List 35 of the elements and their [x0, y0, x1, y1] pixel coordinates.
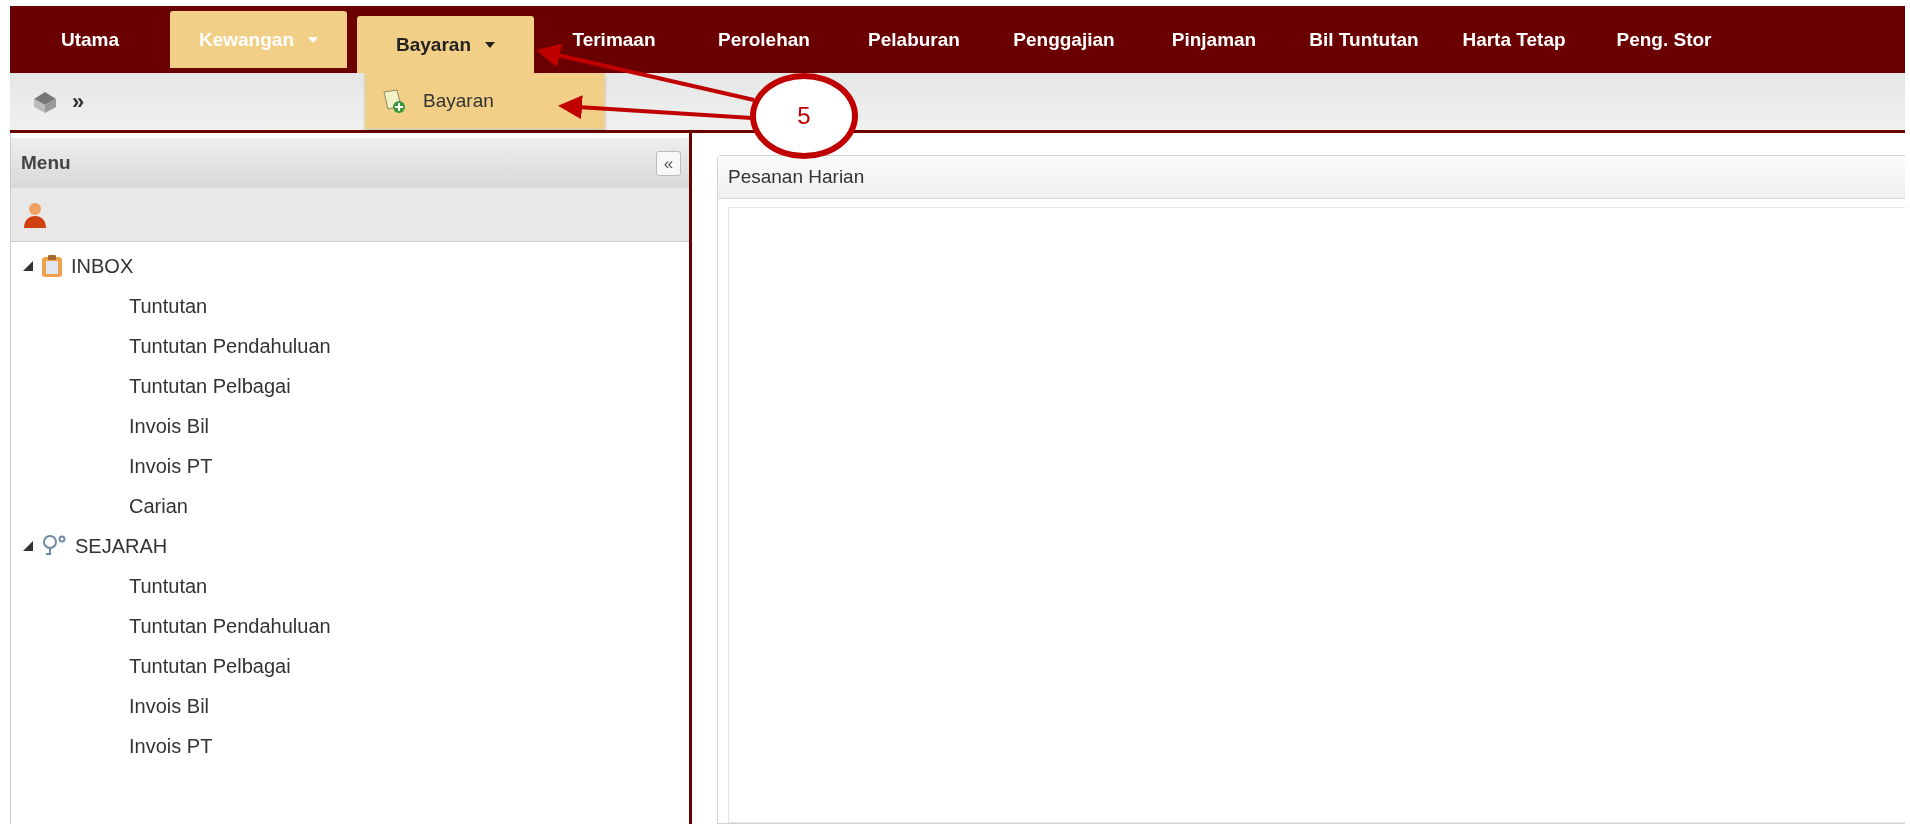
tree-item[interactable]: Invois PT [129, 454, 213, 478]
tree-node-label: INBOX [71, 254, 134, 278]
menu-tab[interactable]: Pinjaman [1144, 11, 1284, 68]
menu-tab[interactable]: Terimaan [544, 11, 684, 68]
tree-item[interactable]: Tuntutan [129, 294, 208, 318]
tree-item[interactable]: Invois PT [129, 734, 213, 758]
tree-item[interactable]: Tuntutan Pendahuluan [129, 334, 331, 358]
menu-tab[interactable]: Penggajian [994, 11, 1134, 68]
user-icon[interactable] [23, 201, 47, 228]
menu-tab[interactable]: Harta Tetap [1444, 11, 1584, 68]
clipboard-icon [41, 254, 63, 278]
expand-arrow-icon[interactable] [23, 261, 33, 271]
tree-item[interactable]: Invois Bil [129, 414, 210, 438]
breadcrumb-separator: » [72, 88, 85, 115]
menu-tab[interactable]: Peng. Stor [1594, 11, 1734, 68]
tree-item[interactable]: Tuntutan Pendahuluan [129, 614, 331, 638]
panel-title: Pesanan Harian [718, 156, 1905, 199]
tree-item[interactable]: Carian [129, 494, 188, 518]
tree-node-label: SEJARAH [75, 534, 168, 558]
menu-tab[interactable]: Bil Tuntutan [1294, 11, 1434, 68]
menu-tab[interactable]: Bayaran [357, 16, 534, 73]
collapse-button[interactable]: « [656, 150, 681, 176]
tree-item[interactable]: Invois Bil [129, 694, 210, 718]
expand-arrow-icon[interactable] [23, 541, 33, 551]
sidebar-title: Menu [21, 152, 71, 174]
tree-node[interactable]: SEJARAH [11, 526, 689, 566]
tree-item[interactable]: Tuntutan Pelbagai [129, 654, 291, 678]
tree-node[interactable]: INBOX [11, 246, 689, 286]
menu-tab[interactable]: Pelaburan [844, 11, 984, 68]
tree-item[interactable]: Tuntutan [129, 574, 208, 598]
menu-tab[interactable]: Utama [20, 11, 160, 68]
tree-item[interactable]: Tuntutan Pelbagai [129, 374, 291, 398]
menu-tab[interactable]: Perolehan [694, 11, 834, 68]
dropdown-item[interactable]: Bayaran [365, 73, 605, 129]
document-add-icon [381, 88, 407, 114]
